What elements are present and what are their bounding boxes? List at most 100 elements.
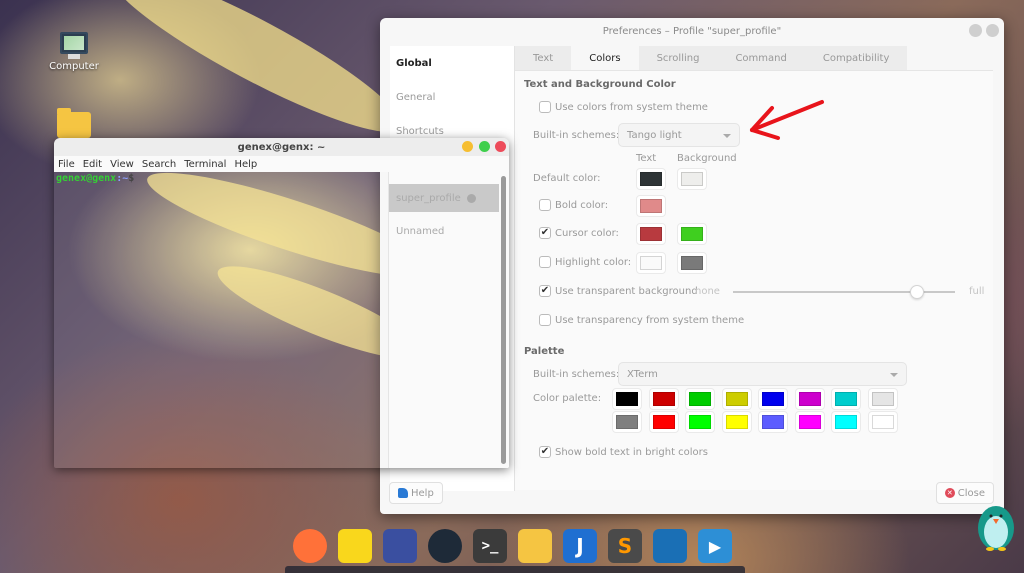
tab-compatibility[interactable]: Compatibility bbox=[805, 46, 908, 70]
profile-item-unnamed[interactable]: Unnamed bbox=[389, 226, 509, 237]
desktop-icon-computer[interactable]: Computer bbox=[39, 32, 109, 72]
video-editor-icon[interactable] bbox=[383, 529, 417, 563]
palette-color-swatch[interactable] bbox=[794, 411, 825, 433]
maximize-button[interactable] bbox=[479, 141, 490, 152]
palette-color-swatch[interactable] bbox=[867, 388, 898, 410]
swatch-fill bbox=[640, 256, 662, 270]
tab-scrolling[interactable]: Scrolling bbox=[639, 46, 718, 70]
profile-name: super_profile bbox=[396, 192, 461, 204]
firefox-icon[interactable] bbox=[293, 529, 327, 563]
scrollbar[interactable] bbox=[501, 176, 506, 464]
bold-color-checkbox[interactable]: Bold color: bbox=[539, 199, 608, 211]
system-transparency-checkbox[interactable]: Use transparency from system theme bbox=[539, 314, 744, 326]
penguin-mascot-icon[interactable] bbox=[976, 500, 1016, 552]
palette-color-swatch[interactable] bbox=[685, 411, 715, 433]
default-color-label: Default color: bbox=[533, 173, 601, 184]
tab-colors[interactable]: Colors bbox=[571, 46, 639, 70]
use-system-colors-checkbox[interactable]: Use colors from system theme bbox=[539, 101, 708, 113]
section-title-text-background: Text and Background Color bbox=[524, 79, 676, 90]
default-text-color-swatch[interactable] bbox=[636, 168, 666, 190]
tab-command[interactable]: Command bbox=[717, 46, 804, 70]
desktop-icon-home[interactable] bbox=[39, 108, 109, 138]
highlight-background-color-swatch[interactable] bbox=[677, 252, 707, 274]
highlight-text-color-swatch[interactable] bbox=[636, 252, 666, 274]
checkbox-label: Use transparency from system theme bbox=[555, 314, 745, 326]
minimize-button[interactable] bbox=[969, 24, 982, 37]
sidebar-item-global[interactable]: Global bbox=[390, 46, 514, 80]
joplin-icon[interactable]: J bbox=[563, 529, 597, 563]
checkbox[interactable]: ✔ bbox=[539, 227, 551, 239]
checkbox-label: Cursor color: bbox=[555, 227, 619, 239]
checkbox[interactable] bbox=[539, 256, 551, 268]
swatch-fill bbox=[652, 392, 675, 406]
highlight-color-checkbox[interactable]: Highlight color: bbox=[539, 256, 631, 268]
media-player-icon[interactable]: ▶ bbox=[698, 529, 732, 563]
checkbox[interactable]: ✔ bbox=[539, 446, 551, 458]
tab-text[interactable]: Text bbox=[515, 46, 571, 70]
menu-help[interactable]: Help bbox=[234, 159, 257, 170]
palette-color-swatch[interactable] bbox=[721, 388, 752, 410]
help-button[interactable]: Help bbox=[389, 482, 443, 504]
menu-search[interactable]: Search bbox=[142, 159, 176, 170]
swatch-fill bbox=[835, 415, 857, 429]
checkbox-label: Show bold text in bright colors bbox=[555, 446, 708, 458]
checkbox[interactable] bbox=[539, 199, 551, 211]
swatch-fill bbox=[616, 415, 638, 429]
dock-bar bbox=[285, 566, 745, 573]
swatch-fill bbox=[725, 415, 748, 429]
palette-color-swatch[interactable] bbox=[685, 388, 715, 410]
maximize-button[interactable] bbox=[986, 24, 999, 37]
checkbox[interactable]: ✔ bbox=[539, 285, 551, 297]
palette-color-swatch[interactable] bbox=[612, 411, 642, 433]
swatch-fill bbox=[681, 256, 703, 270]
palette-color-swatch[interactable] bbox=[831, 411, 861, 433]
palette-color-swatch[interactable] bbox=[758, 411, 788, 433]
speedometer-icon[interactable] bbox=[428, 529, 462, 563]
builtin-schemes-dropdown[interactable]: Tango light bbox=[618, 123, 740, 147]
profile-item-super-profile[interactable]: super_profile bbox=[389, 184, 499, 212]
palette-schemes-dropdown[interactable]: XTerm bbox=[618, 362, 907, 386]
minimize-button[interactable] bbox=[462, 141, 473, 152]
files-icon[interactable] bbox=[518, 529, 552, 563]
bold-color-swatch[interactable] bbox=[636, 195, 666, 217]
default-background-color-swatch[interactable] bbox=[677, 168, 707, 190]
transparency-slider-thumb[interactable] bbox=[910, 285, 925, 299]
sticky-notes-icon[interactable] bbox=[338, 529, 372, 563]
menu-file[interactable]: File bbox=[58, 159, 75, 170]
column-header-text: Text bbox=[636, 153, 657, 164]
palette-color-swatch[interactable] bbox=[758, 388, 788, 410]
palette-color-swatch[interactable] bbox=[867, 411, 898, 433]
sidebar-item-general[interactable]: General bbox=[390, 80, 514, 114]
swatch-fill bbox=[798, 392, 821, 406]
home-folder-icon bbox=[57, 108, 91, 138]
menu-view[interactable]: View bbox=[110, 159, 134, 170]
swatch-fill bbox=[762, 392, 784, 406]
checkbox[interactable] bbox=[539, 101, 551, 113]
palette-color-swatch[interactable] bbox=[794, 388, 825, 410]
palette-color-swatch[interactable] bbox=[648, 388, 679, 410]
checkbox[interactable] bbox=[539, 314, 551, 326]
cursor-color-checkbox[interactable]: ✔ Cursor color: bbox=[539, 227, 619, 239]
sublime-text-icon[interactable]: S bbox=[608, 529, 642, 563]
palette-color-swatch[interactable] bbox=[648, 411, 679, 433]
dropdown-value: XTerm bbox=[627, 368, 658, 380]
terminal-icon[interactable]: >_ bbox=[473, 529, 507, 563]
cursor-text-color-swatch[interactable] bbox=[636, 223, 666, 245]
chevron-down-icon bbox=[723, 134, 731, 138]
close-button[interactable] bbox=[495, 141, 506, 152]
palette-color-swatch[interactable] bbox=[721, 411, 752, 433]
menu-edit[interactable]: Edit bbox=[83, 159, 102, 170]
chevron-down-icon bbox=[890, 373, 898, 377]
terminal-titlebar[interactable]: genex@genx: ~ bbox=[54, 138, 509, 156]
bold-bright-checkbox[interactable]: ✔ Show bold text in bright colors bbox=[539, 446, 708, 458]
transparent-background-checkbox[interactable]: ✔ Use transparent background bbox=[539, 285, 698, 297]
palette-color-swatch[interactable] bbox=[612, 388, 642, 410]
menu-terminal[interactable]: Terminal bbox=[184, 159, 226, 170]
checkbox-label: Use transparent background bbox=[555, 285, 698, 297]
swatch-fill bbox=[652, 415, 675, 429]
preferences-titlebar[interactable]: Preferences – Profile "super_profile" bbox=[380, 18, 1004, 44]
terminal-menubar: File Edit View Search Terminal Help bbox=[54, 156, 509, 172]
palette-color-swatch[interactable] bbox=[831, 388, 861, 410]
cloud-add-icon[interactable] bbox=[653, 529, 687, 563]
cursor-background-color-swatch[interactable] bbox=[677, 223, 707, 245]
